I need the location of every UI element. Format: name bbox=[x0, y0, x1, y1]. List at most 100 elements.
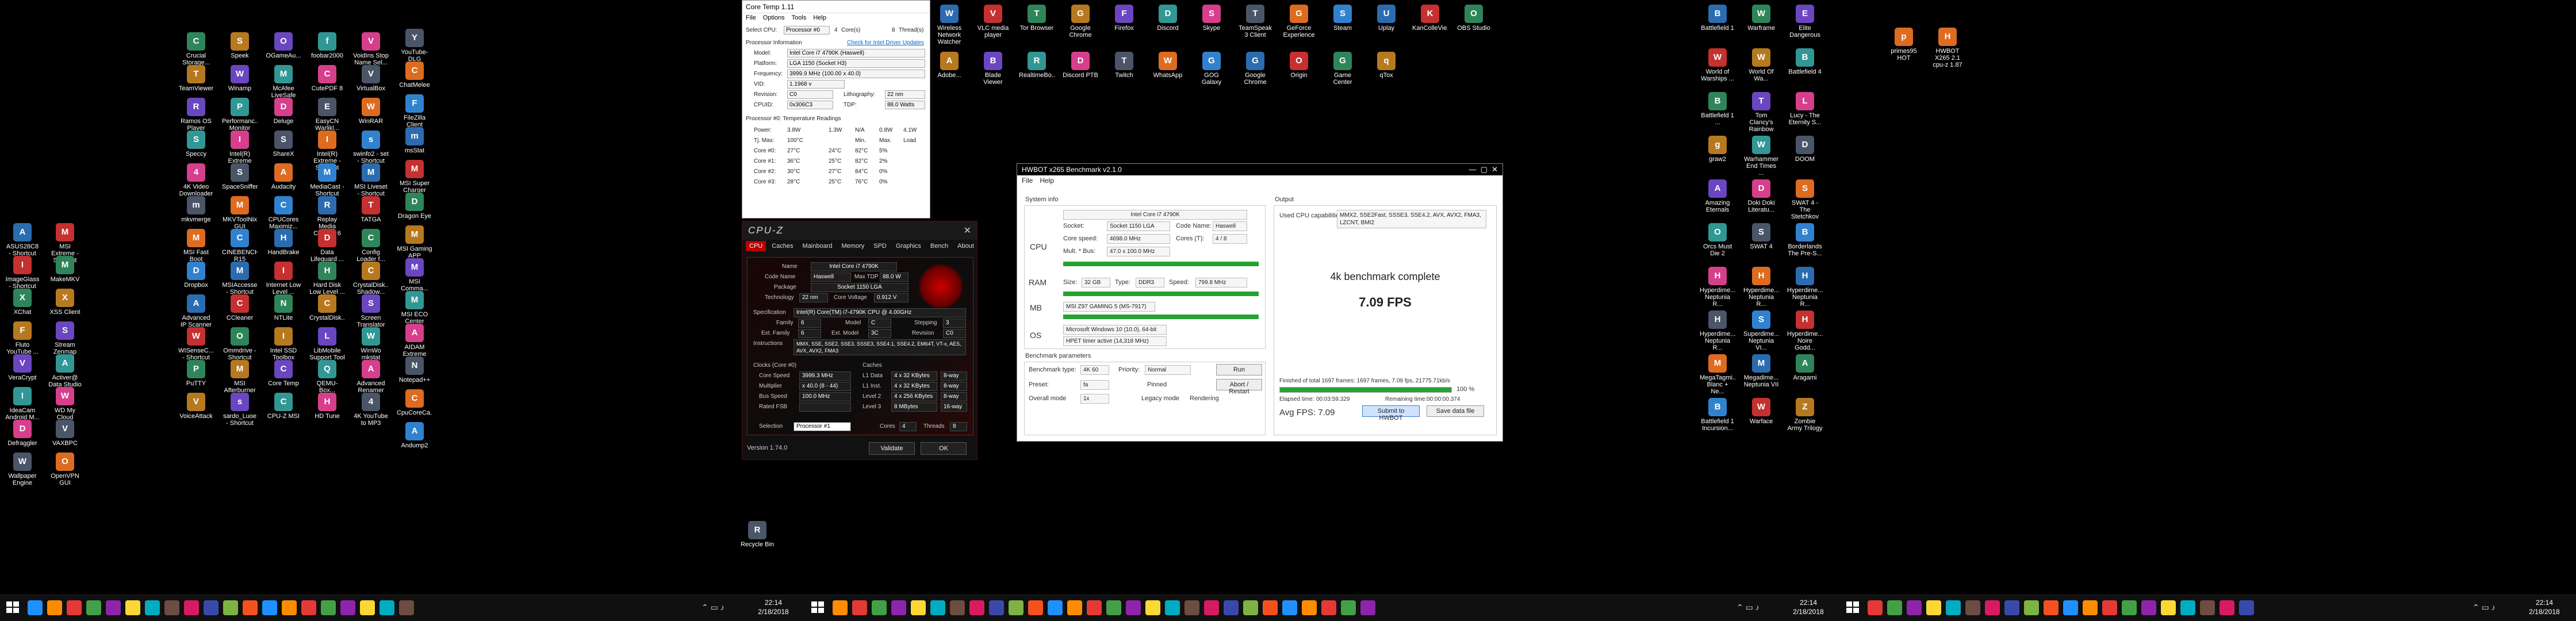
desktop-icon[interactable]: R Recycle Bin bbox=[739, 521, 775, 548]
taskbar-app-icon[interactable] bbox=[301, 600, 316, 615]
menu-tools[interactable]: Tools bbox=[792, 14, 807, 22]
rendering-checkbox[interactable]: Rendering bbox=[1190, 395, 1219, 402]
desktop-icon[interactable]: T Tom Clancy's Rainbow Si... bbox=[1743, 92, 1779, 133]
desktop-icon[interactable]: D Dropbox bbox=[178, 262, 214, 289]
desktop-icon[interactable]: q qTox bbox=[1368, 52, 1404, 79]
taskbar-app-icon[interactable] bbox=[2122, 600, 2137, 615]
desktop-icon[interactable]: X XChat bbox=[5, 289, 40, 316]
taskbar-app-icon[interactable] bbox=[1868, 600, 1883, 615]
system-tray-icon[interactable]: ⌃ ▭ ♪ bbox=[2472, 603, 2496, 612]
desktop-icon[interactable]: W Warhammer End Times ... bbox=[1743, 136, 1779, 177]
desktop-icon[interactable]: F FileZilla Client bbox=[397, 94, 432, 128]
taskbar-app-icon[interactable] bbox=[1985, 600, 2000, 615]
desktop-icon[interactable]: p primes95 HOT bbox=[1886, 28, 1922, 62]
desktop-icon[interactable]: C Core Temp bbox=[266, 360, 301, 387]
desktop-icon[interactable]: D Discord bbox=[1150, 5, 1186, 32]
taskbar-app-icon[interactable] bbox=[950, 600, 965, 615]
desktop-icon[interactable]: B Battlefield 4 bbox=[1787, 48, 1823, 75]
tab-cpu[interactable]: CPU bbox=[746, 241, 766, 251]
desktop-icon[interactable]: V VLC media player bbox=[975, 5, 1011, 39]
desktop-icon[interactable]: U Uplay bbox=[1368, 5, 1404, 32]
desktop-icon[interactable]: 4 4K Video Downloader bbox=[178, 163, 214, 197]
desktop-icon[interactable]: N NTLite bbox=[266, 294, 301, 321]
desktop-icon[interactable]: W WISenseC... - Shortcut bbox=[178, 327, 214, 361]
taskbar-app-icon[interactable] bbox=[262, 600, 277, 615]
desktop-icon[interactable]: M MSI Gaming APP bbox=[397, 225, 432, 259]
desktop-icon[interactable]: T TeamSpeak 3 Client bbox=[1237, 5, 1273, 39]
desktop-icon[interactable]: W Wireless Network Watcher bbox=[931, 5, 967, 45]
desktop-icon[interactable]: B Battlefield 1 Incursion... bbox=[1700, 398, 1735, 432]
taskbar-app-icon[interactable] bbox=[1887, 600, 1902, 615]
processor-selection[interactable]: Processor #1 bbox=[793, 422, 851, 431]
desktop-icon[interactable]: M MKVToolNix GUI bbox=[222, 196, 258, 230]
desktop-icon[interactable]: W Winamp bbox=[222, 65, 258, 92]
desktop-icon[interactable]: A Aragami bbox=[1787, 354, 1823, 381]
desktop-icon[interactable]: S SWAT 4 bbox=[1743, 223, 1779, 250]
ok-button[interactable]: OK bbox=[921, 442, 967, 455]
desktop-icon[interactable]: H Hyperdime... Neptunia R... bbox=[1700, 310, 1735, 351]
desktop-icon[interactable]: A Andump2 bbox=[397, 422, 432, 449]
desktop-icon[interactable]: X XSS Client bbox=[47, 289, 83, 316]
desktop-icon[interactable]: C CINEBENCH R15 bbox=[222, 229, 258, 263]
desktop-icon[interactable]: N Notepad++ bbox=[397, 356, 432, 384]
clock[interactable]: 22:14 2/18/2018 bbox=[2518, 598, 2570, 616]
taskbar-app-icon[interactable] bbox=[1106, 600, 1121, 615]
desktop-icon[interactable]: m msStat bbox=[397, 127, 432, 154]
taskbar-app-icon[interactable] bbox=[930, 600, 945, 615]
overall-select[interactable]: 1x bbox=[1080, 394, 1109, 404]
desktop-icon[interactable]: S ShareX bbox=[266, 131, 301, 158]
desktop-icon[interactable]: G Game Center bbox=[1325, 52, 1360, 86]
desktop-icon[interactable]: S Superdime... Neptunia VI... bbox=[1743, 310, 1779, 351]
desktop-icon[interactable]: M MSI Fast Boot bbox=[178, 229, 214, 263]
taskbar-app-icon[interactable] bbox=[2220, 600, 2234, 615]
core-temp-window[interactable]: Core Temp 1.11 File Options Tools Help S… bbox=[742, 0, 930, 218]
taskbar-app-icon[interactable] bbox=[969, 600, 984, 615]
desktop-icon[interactable]: T Twitch bbox=[1106, 52, 1142, 79]
desktop-icon[interactable]: W WhatsApp bbox=[1150, 52, 1186, 79]
desktop-icon[interactable]: D Data Lifeguard ... bbox=[309, 229, 345, 263]
desktop-icon[interactable]: V VAXBPC bbox=[47, 420, 83, 447]
priority-select[interactable]: Normal bbox=[1145, 365, 1191, 375]
taskbar-app-icon[interactable] bbox=[1048, 600, 1063, 615]
desktop-icon[interactable]: T Tor Browser bbox=[1019, 5, 1055, 32]
taskbar-app-icon[interactable] bbox=[833, 600, 848, 615]
desktop-icon[interactable]: D Doki Doki Literatu... bbox=[1743, 179, 1779, 213]
desktop-icon[interactable]: R Ramos OS Player bbox=[178, 98, 214, 132]
desktop-icon[interactable]: I IdeaCam Android M... bbox=[5, 387, 40, 421]
desktop-icon[interactable]: K KanColleVie... bbox=[1412, 5, 1448, 32]
desktop-icon[interactable]: V VirtualBox bbox=[353, 65, 389, 92]
desktop-icon[interactable]: F Firefox bbox=[1106, 5, 1142, 32]
desktop-icon[interactable]: A Advanced IP Scanner bbox=[178, 294, 214, 328]
desktop-icon[interactable]: B Battlefield 1 ... bbox=[1700, 92, 1735, 126]
desktop-icon[interactable]: O Origin bbox=[1281, 52, 1317, 79]
desktop-icon[interactable]: P PuTTY bbox=[178, 360, 214, 387]
taskbar-app-icon[interactable] bbox=[1926, 600, 1941, 615]
menu-help[interactable]: Help bbox=[1040, 177, 1054, 185]
desktop-icon[interactable]: H Hard Disk Low Level ... bbox=[309, 262, 345, 296]
desktop-icon[interactable]: M MSI Liveset - Shortcut bbox=[353, 163, 389, 197]
taskbar-app-icon[interactable] bbox=[2063, 600, 2078, 615]
desktop-icon[interactable]: H Hyperdime... Noire Godd... bbox=[1787, 310, 1823, 351]
desktop-icon[interactable]: f foobar2000 bbox=[309, 32, 345, 59]
desktop-icon[interactable]: V VeraCrypt bbox=[5, 354, 40, 381]
desktop-icon[interactable]: M MSI Comma... bbox=[397, 258, 432, 292]
taskbar-app-icon[interactable] bbox=[67, 600, 82, 615]
taskbar-app-icon[interactable] bbox=[282, 600, 297, 615]
desktop-icon[interactable]: S Speccy bbox=[178, 131, 214, 158]
desktop-icon[interactable]: H Hyperdime... Neptunia R... bbox=[1787, 267, 1823, 308]
desktop-icon[interactable]: O Ommdrive - Shortcut bbox=[222, 327, 258, 361]
desktop-icon[interactable]: E EasyCN Warlikl... bbox=[309, 98, 345, 132]
overall-mode-checkbox[interactable]: Overall mode bbox=[1029, 395, 1066, 402]
desktop-icon[interactable]: A Amazing Eternals bbox=[1700, 179, 1735, 213]
taskbar-app-icon[interactable] bbox=[28, 600, 43, 615]
desktop-icon[interactable]: W World of Warships ... bbox=[1700, 48, 1735, 82]
taskbar-app-icon[interactable] bbox=[1145, 600, 1160, 615]
taskbar-app-icon[interactable] bbox=[223, 600, 238, 615]
desktop-icon[interactable]: W Warface bbox=[1743, 398, 1779, 425]
taskbar-app-icon[interactable] bbox=[340, 600, 355, 615]
taskbar-app-icon[interactable] bbox=[2004, 600, 2019, 615]
desktop-icon[interactable]: O OpenVPN GUI bbox=[47, 453, 83, 486]
desktop-icon[interactable]: Z Zombie Army Trilogy bbox=[1787, 398, 1823, 432]
desktop-icon[interactable]: A ASUS28C8 - Shortcut bbox=[5, 223, 40, 257]
taskbar-app-icon[interactable] bbox=[1341, 600, 1356, 615]
